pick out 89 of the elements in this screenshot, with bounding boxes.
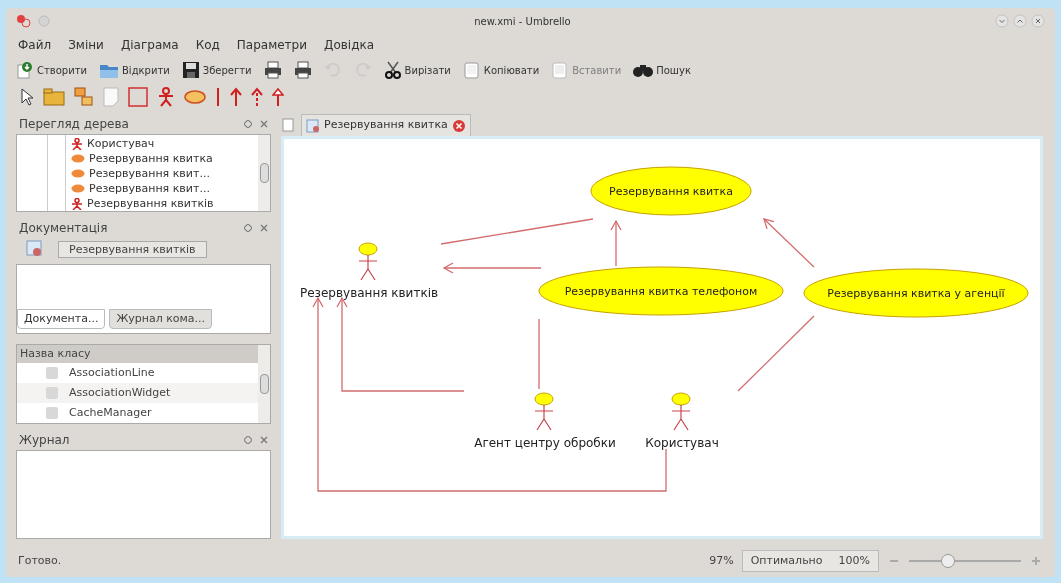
toolbar-button[interactable]	[263, 61, 282, 79]
menu-item[interactable]: Файл	[18, 36, 52, 54]
actor-icon	[71, 197, 83, 210]
tree-item[interactable]: Резервування квитка	[71, 151, 258, 166]
note-icon[interactable]	[103, 87, 119, 107]
class-icon	[45, 366, 59, 380]
toolbar-button[interactable]: Відкрити	[99, 61, 170, 79]
actor-figure	[671, 392, 691, 431]
dashed-arrow-icon[interactable]	[251, 87, 263, 107]
close-icon[interactable]	[260, 120, 268, 128]
document-icon	[462, 61, 481, 79]
components-icon[interactable]	[74, 87, 94, 107]
hollow-arrow-icon[interactable]	[272, 87, 284, 107]
use-case-icon	[71, 154, 85, 163]
tree-item[interactable]: Користувач	[71, 136, 258, 151]
toolbar-button[interactable]: Пошук	[633, 62, 691, 78]
printer-icon	[263, 61, 282, 79]
close-icon[interactable]	[260, 224, 268, 232]
minimize-icon[interactable]	[995, 14, 1009, 28]
binoculars-icon	[633, 62, 654, 78]
class-icon	[45, 406, 59, 420]
actor-label: Резервування квитків	[299, 286, 439, 300]
arrow-icon[interactable]	[230, 87, 242, 107]
use-case-icon	[71, 184, 85, 193]
close-icon[interactable]	[1031, 14, 1045, 28]
actor-label: Користувач	[645, 436, 719, 450]
use-case-icon[interactable]	[184, 90, 206, 104]
use-case-label: Резервування квитка	[609, 185, 733, 198]
menu-item[interactable]: Зміни	[68, 36, 104, 54]
scroll-bar[interactable]	[258, 345, 270, 423]
actor-label: Агент центру обробки	[474, 436, 616, 450]
panel-title: Перегляд дерева	[19, 116, 129, 133]
boundary-box-icon[interactable]	[128, 87, 148, 107]
actor-figure	[534, 392, 554, 431]
zoom-in-icon[interactable]	[1029, 554, 1043, 568]
tree-item[interactable]: Резервування квит...	[71, 166, 258, 181]
toolbar-button[interactable]	[293, 61, 312, 79]
new-tab-icon[interactable]	[281, 118, 295, 132]
tree-item[interactable]: Резервування квит...	[71, 181, 258, 196]
panel-tab[interactable]: Журнал кома...	[109, 309, 213, 329]
diagram-icon	[306, 118, 320, 133]
arrow	[763, 218, 815, 268]
panel-title: Журнал	[19, 432, 70, 449]
panel-tab[interactable]: Документа...	[17, 309, 106, 329]
maximize-icon[interactable]	[1013, 14, 1027, 28]
menu-item[interactable]: Довідка	[324, 36, 375, 54]
toolbar-button[interactable]: Створити	[16, 61, 87, 79]
float-icon[interactable]	[244, 224, 252, 232]
zoom-button[interactable]: 100%	[830, 551, 878, 571]
use-case-icon	[71, 169, 85, 178]
class-item[interactable]: AssociationWidget	[17, 383, 258, 403]
tree-item[interactable]: Резервування квитків	[71, 196, 258, 211]
toolbar-button[interactable]: Вирізати	[383, 61, 451, 79]
menu-item[interactable]: Діаграма	[120, 36, 179, 54]
close-tab-icon[interactable]	[451, 118, 466, 133]
zoom-level: 97%	[709, 552, 734, 569]
new-document-icon	[16, 61, 34, 79]
use-case-label: Резервування квитка телефоном	[564, 285, 758, 298]
diagram-tab[interactable]: Резервування квитка	[301, 114, 471, 136]
app-logo-icon	[16, 14, 32, 28]
printer-icon	[293, 61, 312, 79]
zoom-slider-handle[interactable]	[941, 554, 956, 568]
float-icon[interactable]	[244, 120, 252, 128]
zoom-button[interactable]: Оптимально	[742, 551, 831, 571]
actor-icon	[71, 137, 83, 150]
toolbar-button[interactable]: Копіювати	[462, 61, 540, 79]
column-header[interactable]: Назва класу	[17, 345, 258, 363]
use-case-label: Резервування квитка у агенції	[827, 287, 1005, 300]
panel-title: Документація	[19, 220, 108, 237]
class-icon	[45, 386, 59, 400]
float-icon[interactable]	[244, 436, 252, 444]
scissors-icon	[383, 61, 402, 79]
pointer-icon[interactable]	[20, 88, 34, 106]
class-icon	[26, 240, 44, 258]
window-title: new.xmi - Umbrello	[474, 14, 571, 29]
name-button[interactable]: Резервування квитків	[58, 240, 207, 258]
scroll-bar[interactable]	[258, 135, 270, 211]
package-icon[interactable]	[43, 88, 65, 106]
menu-item[interactable]: Параметри	[236, 36, 307, 54]
status-text: Готово.	[18, 552, 62, 569]
actor-figure	[358, 242, 378, 281]
close-icon[interactable]	[260, 436, 268, 444]
document-icon	[551, 61, 570, 79]
actor-icon[interactable]	[157, 87, 175, 107]
toolbar-button[interactable]: Зберегти	[181, 61, 252, 79]
menu-item[interactable]: Код	[195, 36, 220, 54]
line-icon[interactable]	[215, 87, 221, 107]
association-line	[538, 318, 540, 390]
arrow	[610, 220, 622, 267]
